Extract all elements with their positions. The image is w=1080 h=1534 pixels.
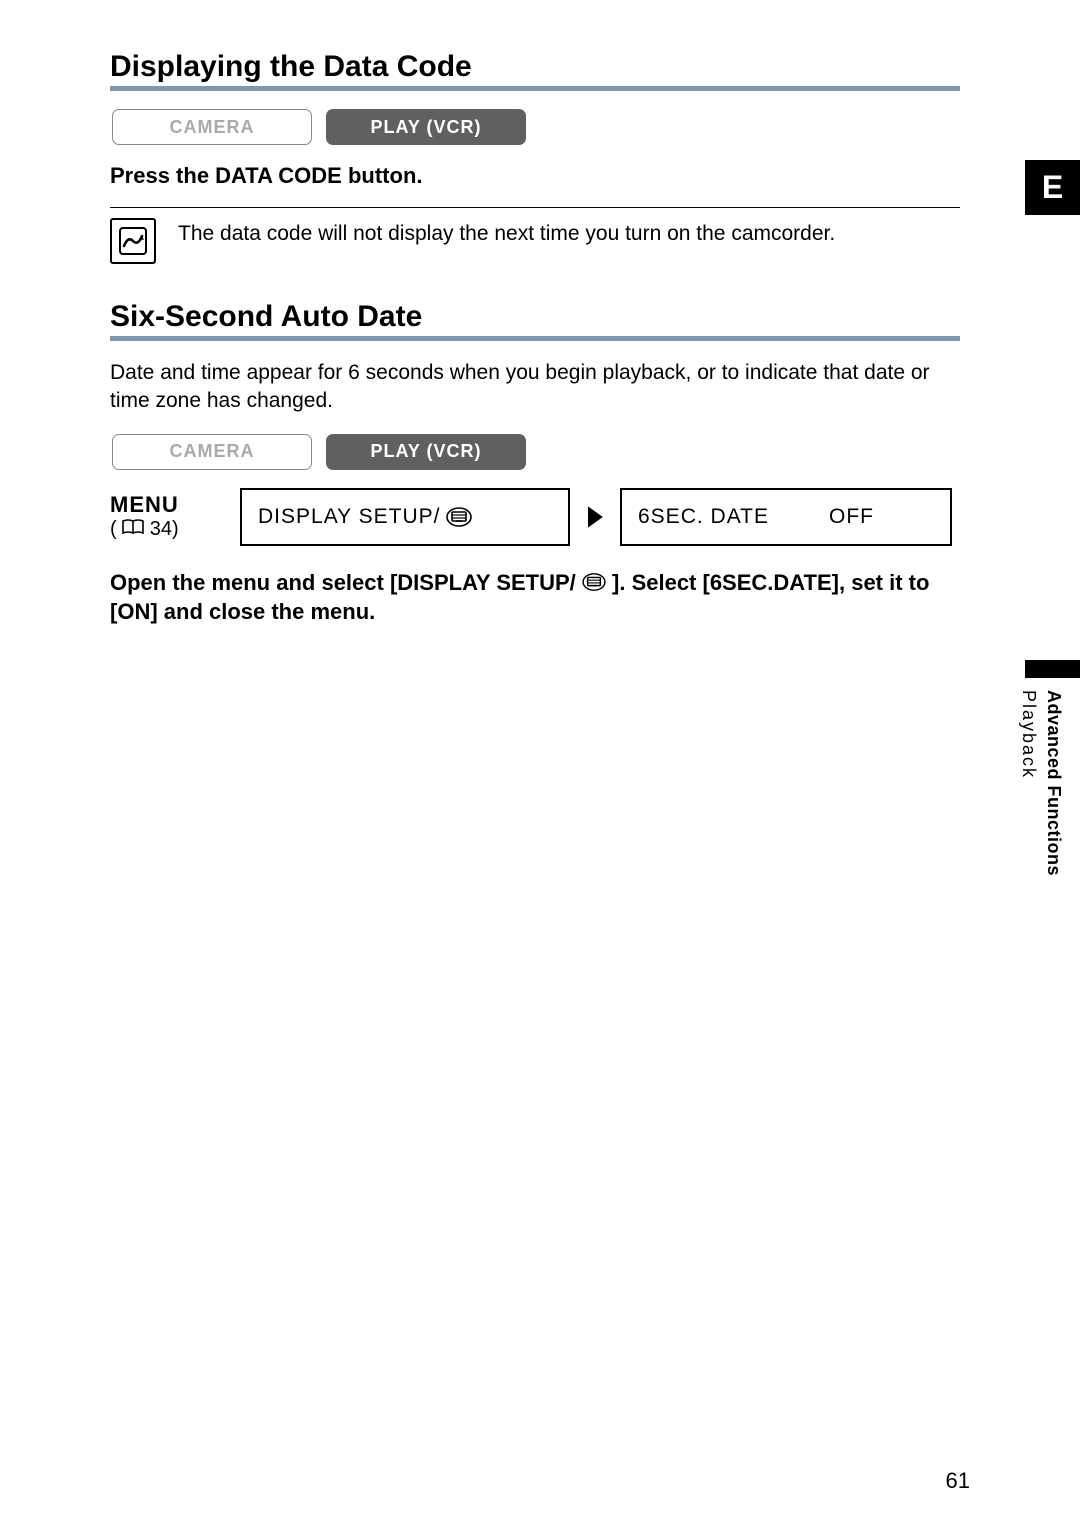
mode-row-2: CAMERA PLAY (VCR) (112, 434, 960, 470)
play-mode-label-2: PLAY (VCR) (370, 441, 481, 462)
section-1-instruction: Press the DATA CODE button. (110, 163, 960, 189)
display-setup-text: DISPLAY SETUP/ (258, 505, 440, 529)
play-mode-pill: PLAY (VCR) (326, 109, 526, 145)
menu-page-number: 34 (150, 518, 172, 540)
menu-label: MENU (110, 492, 230, 518)
language-tab-label: E (1042, 169, 1063, 206)
divider (110, 207, 960, 208)
language-tab: E (1025, 160, 1080, 215)
menu-arrow-icon (580, 488, 610, 546)
camera-mode-label-2: CAMERA (170, 441, 255, 462)
six-sec-date-value: OFF (829, 505, 874, 529)
side-section-label: Advanced Functions Playback (1016, 690, 1066, 876)
play-mode-label: PLAY (VCR) (370, 117, 481, 138)
note-text: The data code will not display the next … (178, 218, 835, 248)
display-icon-inline (582, 572, 606, 592)
camera-mode-pill: CAMERA (112, 109, 312, 145)
book-icon (122, 518, 144, 541)
section-stripe (1025, 660, 1080, 678)
note-icon (110, 218, 156, 264)
menu-path-row: MENU ( 34) DISPLAY SETUP/ (110, 488, 960, 546)
section-1-title: Displaying the Data Code (110, 50, 960, 91)
final-instr-pre: Open the menu and select [DISPLAY SETUP/ (110, 570, 582, 595)
side-line-1: Advanced Functions (1044, 690, 1064, 876)
camera-mode-pill-2: CAMERA (112, 434, 312, 470)
section-2-intro: Date and time appear for 6 seconds when … (110, 359, 960, 416)
menu-box-display-setup: DISPLAY SETUP/ (240, 488, 570, 546)
page-number: 61 (946, 1468, 970, 1494)
section-2-instruction: Open the menu and select [DISPLAY SETUP/… (110, 568, 960, 627)
menu-label-block: MENU ( 34) (110, 488, 230, 546)
side-line-2: Playback (1019, 690, 1039, 779)
mode-row-1: CAMERA PLAY (VCR) (112, 109, 960, 145)
section-2-title: Six-Second Auto Date (110, 300, 960, 341)
menu-page-ref: ( 34) (110, 518, 230, 541)
play-mode-pill-2: PLAY (VCR) (326, 434, 526, 470)
menu-box-6sec-date: 6SEC. DATE OFF (620, 488, 952, 546)
manual-page: E Advanced Functions Playback Displaying… (0, 0, 1080, 1534)
note-row: The data code will not display the next … (110, 218, 960, 264)
display-icon (446, 506, 472, 528)
camera-mode-label: CAMERA (170, 117, 255, 138)
six-sec-date-label: 6SEC. DATE (638, 505, 769, 529)
